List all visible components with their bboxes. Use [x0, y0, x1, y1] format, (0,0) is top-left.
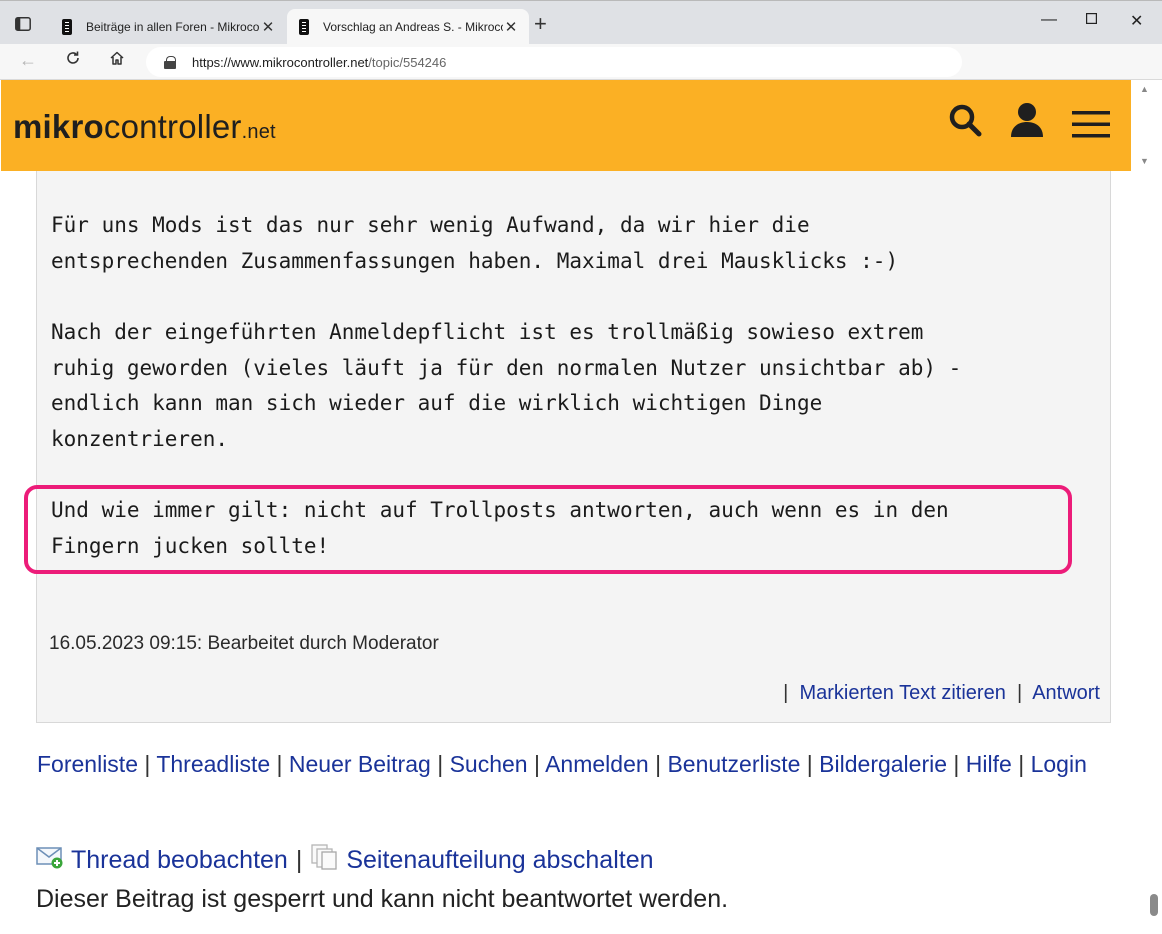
post-actions: | Markierten Text zitieren | Antwort	[783, 682, 1100, 704]
site-logo[interactable]: mikrocontroller.net	[13, 108, 276, 146]
url-host: https://www.mikrocontroller.net	[192, 54, 369, 70]
close-tab-icon[interactable]: ✕	[260, 18, 276, 36]
browser-tab-topic[interactable]: Vorschlag an Andreas S. - Mikrocontrolle…	[287, 9, 529, 45]
nav-link-suchen[interactable]: Suchen	[450, 751, 528, 777]
search-icon[interactable]	[947, 102, 983, 143]
nav-link-bildergalerie[interactable]: Bildergalerie	[819, 751, 947, 777]
forum-post: Für uns Mods ist das nur sehr wenig Aufw…	[24, 171, 1111, 723]
logo-bold-part: mikro	[13, 108, 104, 145]
nav-link-threadliste[interactable]: Threadliste	[156, 751, 270, 777]
tab-title: Vorschlag an Andreas S. - Mikrocontrolle…	[323, 20, 503, 34]
site-header: mikrocontroller.net	[1, 80, 1131, 171]
address-bar[interactable]: https://www.mikrocontroller.net/topic/55…	[146, 47, 962, 77]
scroll-up-icon[interactable]: ▲	[1140, 84, 1149, 94]
locked-notice: Dieser Beitrag ist gesperrt und kann nic…	[36, 885, 729, 913]
mail-watch-icon[interactable]	[36, 845, 64, 876]
user-icon[interactable]	[1010, 102, 1044, 143]
post-paragraph: Nach der eingeführten Anmeldepflicht ist…	[51, 320, 962, 451]
nav-link-anmelden[interactable]: Anmelden	[545, 751, 649, 777]
menu-icon[interactable]	[1072, 110, 1112, 145]
browser-toolbar: ← https://www.mikrocontroller.net/topic/…	[0, 44, 1162, 80]
reload-icon[interactable]	[61, 50, 85, 71]
watch-thread-link[interactable]: Thread beobachten	[71, 846, 288, 875]
quote-selected-link[interactable]: Markierten Text zitieren	[799, 682, 1005, 704]
pages-icon[interactable]	[310, 843, 338, 878]
tab-title: Beiträge in allen Foren - Mikrocontrolle…	[86, 20, 260, 34]
scrollbar-thumb[interactable]	[1150, 894, 1158, 916]
close-window-icon[interactable]: ✕	[1130, 11, 1143, 31]
new-tab-icon[interactable]: +	[534, 13, 547, 35]
nav-link-forenliste[interactable]: Forenliste	[37, 751, 138, 777]
nav-link-neuer-beitrag[interactable]: Neuer Beitrag	[289, 751, 431, 777]
lock-icon[interactable]	[164, 56, 176, 69]
disable-paging-link[interactable]: Seitenaufteilung abschalten	[346, 846, 653, 875]
site-favicon-icon	[299, 19, 309, 35]
reply-link[interactable]: Antwort	[1032, 682, 1100, 704]
back-icon[interactable]: ←	[16, 50, 40, 71]
maximize-icon[interactable]	[1086, 11, 1098, 29]
edited-note: 16.05.2023 09:15: Bearbeitet durch Moder…	[49, 633, 439, 654]
site-favicon-icon	[62, 19, 72, 35]
scroll-down-icon[interactable]: ▼	[1140, 156, 1149, 166]
thread-actions: Thread beobachten | Seitenaufteilung abs…	[36, 843, 654, 878]
home-icon[interactable]	[105, 50, 129, 71]
nav-link-login[interactable]: Login	[1031, 751, 1087, 777]
nav-link-hilfe[interactable]: Hilfe	[966, 751, 1012, 777]
logo-regular-part: controller	[103, 108, 242, 145]
close-tab-icon[interactable]: ✕	[503, 18, 519, 36]
minimize-icon[interactable]: —	[1041, 11, 1057, 29]
nav-link-benutzerliste[interactable]: Benutzerliste	[667, 751, 800, 777]
forum-nav: Forenliste | Threadliste | Neuer Beitrag…	[37, 751, 1087, 777]
page-scrollbar[interactable]: ▲ ▼	[1131, 80, 1161, 934]
logo-tld: .net	[241, 121, 276, 143]
browser-tab-forums[interactable]: Beiträge in allen Foren - Mikrocontrolle…	[50, 9, 286, 45]
browser-tabstrip: Beiträge in allen Foren - Mikrocontrolle…	[0, 0, 1162, 45]
tab-actions-icon[interactable]	[11, 13, 35, 35]
url-path: /topic/554246	[368, 54, 447, 70]
post-paragraph-highlighted: Und wie immer gilt: nicht auf Trollposts…	[51, 498, 949, 558]
post-paragraph: Für uns Mods ist das nur sehr wenig Aufw…	[51, 213, 899, 273]
